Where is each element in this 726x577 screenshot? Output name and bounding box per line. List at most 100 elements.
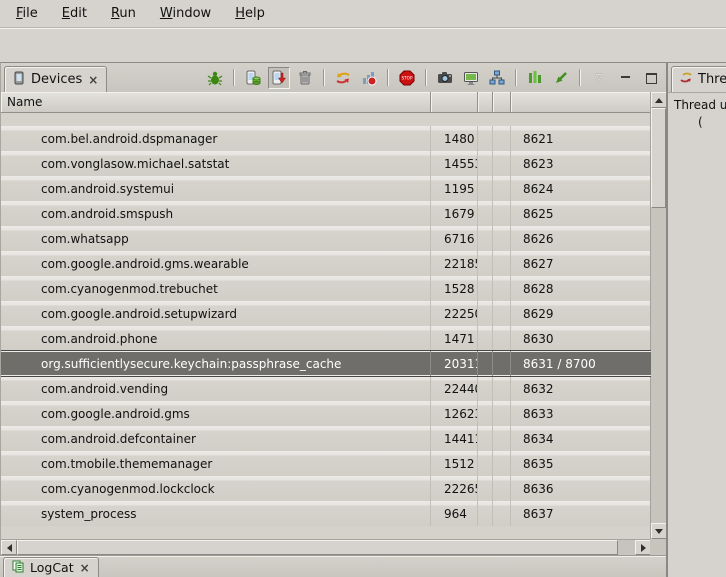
start-opengl-trace-icon[interactable]: [550, 67, 572, 89]
vertical-scroll-thumb[interactable]: [651, 108, 666, 208]
process-row[interactable]: com.android.systemui 1195 8624: [1, 176, 651, 201]
process-name: com.whatsapp: [1, 226, 431, 251]
process-row[interactable]: com.android.smspush 1679 8625: [1, 201, 651, 226]
process-spacer-1: [478, 226, 493, 251]
process-spacer-2: [493, 151, 511, 176]
screen-capture-icon[interactable]: [434, 67, 456, 89]
column-header-spacer-2[interactable]: [493, 92, 511, 112]
process-spacer-2: [493, 451, 511, 476]
process-row[interactable]: com.google.android.gms 12623 8633: [1, 401, 651, 426]
tab-logcat[interactable]: LogCat ×: [3, 557, 99, 577]
process-port: 8632: [511, 376, 651, 401]
menu-help[interactable]: Help: [225, 3, 275, 24]
threads-tab-icon: [679, 71, 693, 89]
stop-process-icon[interactable]: STOP: [396, 67, 418, 89]
process-name: com.vonglasow.michael.satstat: [1, 151, 431, 176]
process-port: 8635: [511, 451, 651, 476]
process-spacer-1: [478, 401, 493, 426]
tab-devices[interactable]: Devices ×: [4, 66, 107, 92]
process-row[interactable]: org.sufficientlysecure.keychain:passphra…: [1, 351, 651, 376]
process-port: 8624: [511, 176, 651, 201]
update-threads-icon[interactable]: [332, 67, 354, 89]
process-pid: 22265: [431, 476, 478, 501]
logcat-tab-icon: [11, 559, 25, 576]
horizontal-scroll-thumb[interactable]: [17, 540, 618, 555]
scroll-up-button[interactable]: [651, 92, 667, 108]
process-pid: 1195: [431, 176, 478, 201]
process-pid: 22250: [431, 301, 478, 326]
maximize-icon[interactable]: [640, 67, 662, 89]
process-row[interactable]: com.android.defcontainer 14411 8634: [1, 426, 651, 451]
process-port: 8634: [511, 426, 651, 451]
tab-threads[interactable]: Threads ×: [671, 66, 726, 92]
threads-message-line-2: (: [698, 115, 703, 129]
column-header-spacer-1[interactable]: [478, 92, 493, 112]
menu-file[interactable]: File: [6, 3, 48, 24]
process-spacer-2: [493, 476, 511, 501]
process-port: 8626: [511, 226, 651, 251]
process-port: 8621: [511, 126, 651, 151]
process-name: com.google.android.setupwizard: [1, 301, 431, 326]
process-row[interactable]: com.bel.android.dspmanager 1480 8621: [1, 126, 651, 151]
process-spacer-1: [478, 151, 493, 176]
dump-hprof-icon[interactable]: [268, 67, 290, 89]
process-spacer-2: [493, 501, 511, 526]
process-spacer-1: [478, 201, 493, 226]
process-spacer-1: [478, 251, 493, 276]
menu-window[interactable]: Window: [150, 3, 221, 24]
table-header: Name: [1, 92, 651, 113]
process-spacer-2: [493, 376, 511, 401]
process-name: com.cyanogenmod.trebuchet: [1, 276, 431, 301]
threads-tabbar: Threads ×: [668, 63, 726, 93]
process-row[interactable]: com.google.android.setupwizard 22250 862…: [1, 301, 651, 326]
close-icon[interactable]: ×: [87, 73, 99, 87]
process-spacer-2: [493, 176, 511, 201]
cause-gc-icon[interactable]: [294, 67, 316, 89]
process-row[interactable]: com.google.android.gms.wearable 22185 86…: [1, 251, 651, 276]
toolbar-separator: [515, 69, 517, 86]
process-row[interactable]: com.cyanogenmod.trebuchet 1528 8628: [1, 276, 651, 301]
minimize-icon[interactable]: [614, 67, 636, 89]
process-row[interactable]: system_process 964 8637: [1, 501, 651, 526]
process-row[interactable]: com.android.phone 1471 8630: [1, 326, 651, 351]
device-process-list: com.bel.android.dspmanager 1480 8621 com…: [1, 113, 651, 539]
process-row[interactable]: com.vonglasow.michael.satstat 14553 8623: [1, 151, 651, 176]
column-header-pid[interactable]: [431, 92, 478, 112]
toolbar-separator: [323, 69, 325, 86]
column-header-port[interactable]: [511, 92, 651, 112]
logcat-tab-label: LogCat: [30, 560, 74, 575]
process-pid: 964: [431, 501, 478, 526]
process-port: 8625: [511, 201, 651, 226]
scroll-right-button[interactable]: [635, 540, 651, 555]
update-heap-icon[interactable]: [242, 67, 264, 89]
process-row[interactable]: com.android.vending 22440 8632: [1, 376, 651, 401]
debug-process-icon[interactable]: [204, 67, 226, 89]
stop-method-profiling-icon[interactable]: [358, 67, 380, 89]
process-pid: 22440: [431, 376, 478, 401]
systrace-icon[interactable]: [524, 67, 546, 89]
process-row[interactable]: com.tmobile.thememanager 1512 8635: [1, 451, 651, 476]
process-spacer-1: [478, 476, 493, 501]
process-name: com.android.smspush: [1, 201, 431, 226]
process-spacer-1: [478, 301, 493, 326]
dump-view-hierarchy-icon[interactable]: [486, 67, 508, 89]
process-port: 8627: [511, 251, 651, 276]
vertical-scrollbar[interactable]: [650, 92, 666, 539]
capture-video-icon[interactable]: [460, 67, 482, 89]
process-spacer-1: [478, 451, 493, 476]
menu-run[interactable]: Run: [101, 3, 146, 24]
process-row[interactable]: com.whatsapp 6716 8626: [1, 226, 651, 251]
scroll-left-button[interactable]: [1, 540, 17, 555]
view-menu-icon[interactable]: ▽: [588, 67, 610, 89]
process-spacer-1: [478, 176, 493, 201]
process-row[interactable]: com.cyanogenmod.lockclock 22265 8636: [1, 476, 651, 501]
scroll-down-button[interactable]: [651, 523, 667, 539]
toolbar-separator: [579, 69, 581, 86]
column-header-name[interactable]: Name: [1, 92, 431, 112]
process-pid: 22185: [431, 251, 478, 276]
menu-edit[interactable]: Edit: [52, 3, 97, 24]
close-icon[interactable]: ×: [79, 561, 91, 575]
devices-toolbar: STOP: [204, 67, 666, 92]
horizontal-scrollbar[interactable]: [1, 539, 651, 555]
process-name: com.google.android.gms.wearable: [1, 251, 431, 276]
